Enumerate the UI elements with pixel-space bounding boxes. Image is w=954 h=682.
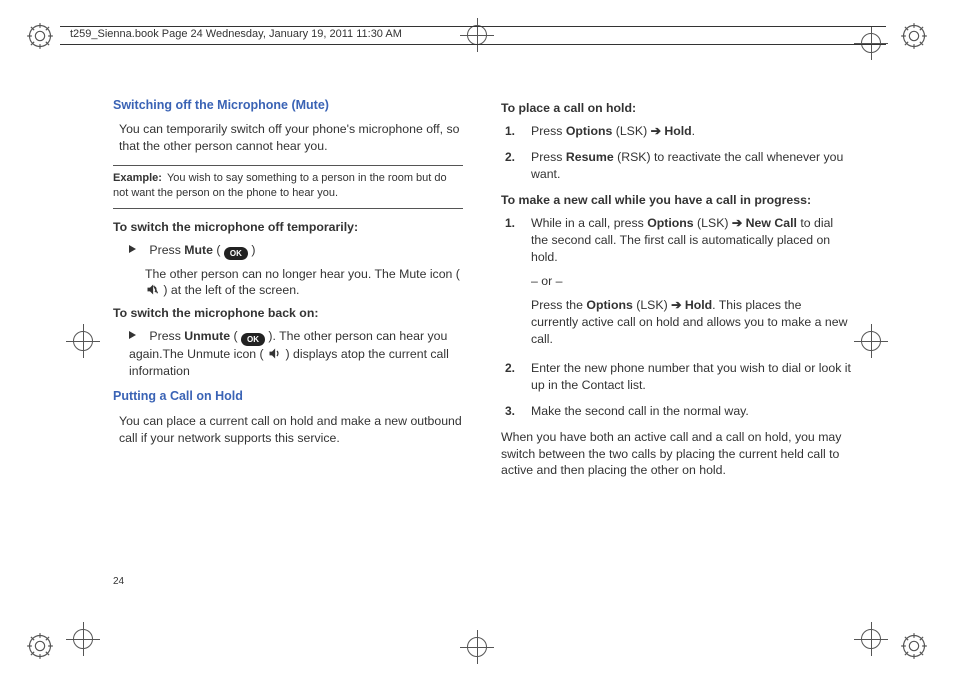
text: Press [149, 329, 184, 343]
term: Mute [184, 243, 213, 257]
heading-mute: Switching off the Microphone (Mute) [113, 97, 463, 114]
text: (LSK) [612, 124, 650, 138]
list-number: 1. [505, 123, 515, 140]
subheading: To switch the microphone off temporarily… [113, 219, 463, 236]
running-head-text: t259_Sienna.book Page 24 Wednesday, Janu… [66, 28, 406, 40]
arrow-icon: ➔ [671, 298, 681, 312]
term: Resume [566, 150, 614, 164]
list-number: 2. [505, 360, 515, 377]
registration-cross-icon [854, 622, 888, 656]
text: Press [531, 150, 566, 164]
example-box: Example: You wish to say something to a … [113, 165, 463, 208]
registration-cross-icon [66, 324, 100, 358]
mute-icon [145, 282, 160, 297]
paragraph: When you have both an active call and a … [501, 429, 851, 480]
heading-hold: Putting a Call on Hold [113, 388, 463, 405]
term: New Call [742, 216, 797, 230]
right-column: To place a call on hold: 1. Press Option… [501, 94, 851, 479]
example-text: You wish to say something to a person in… [113, 172, 447, 199]
list-number: 3. [505, 403, 515, 420]
text: (LSK) [633, 298, 671, 312]
text: ( [213, 243, 224, 257]
text: While in a call, press [531, 216, 647, 230]
registration-gear-icon [26, 22, 54, 50]
text: Enter the new phone number that you wish… [531, 361, 851, 392]
registration-gear-icon [900, 22, 928, 50]
text: . [692, 124, 695, 138]
term: Options [647, 216, 693, 230]
registration-cross-icon [66, 622, 100, 656]
ok-button-icon: OK [241, 333, 265, 346]
text: ) at the left of the screen. [163, 283, 299, 297]
registration-cross-icon [854, 324, 888, 358]
ordered-list: 1. While in a call, press Options (LSK) … [505, 215, 851, 420]
term: Hold [661, 124, 692, 138]
list-item: 2. Press Resume (RSK) to reactivate the … [505, 149, 851, 183]
ok-button-icon: OK [224, 247, 248, 260]
term: Hold [681, 298, 712, 312]
running-head: t259_Sienna.book Page 24 Wednesday, Janu… [60, 26, 886, 50]
text: Press [149, 243, 184, 257]
ordered-list: 1. Press Options (LSK) ➔ Hold. 2. Press … [505, 123, 851, 183]
page-body: Switching off the Microphone (Mute) You … [113, 94, 853, 594]
registration-gear-icon [900, 632, 928, 660]
or-divider: – or – [531, 273, 851, 290]
text: Press the [531, 298, 586, 312]
text: ( [230, 329, 241, 343]
bullet-continuation: The other person can no longer hear you.… [145, 266, 463, 300]
unmute-icon [267, 346, 282, 361]
text: The other person can no longer hear you.… [145, 267, 460, 281]
list-item: 1. While in a call, press Options (LSK) … [505, 215, 851, 348]
term: Options [566, 124, 612, 138]
page-number: 24 [113, 576, 124, 587]
list-number: 1. [505, 215, 515, 232]
bullet-item: Press Mute ( OK ) [129, 242, 463, 260]
triangle-bullet-icon [129, 245, 136, 253]
list-item: 2. Enter the new phone number that you w… [505, 360, 851, 394]
subheading: To make a new call while you have a call… [501, 192, 851, 209]
text: Press [531, 124, 566, 138]
list-item: 1. Press Options (LSK) ➔ Hold. [505, 123, 851, 140]
triangle-bullet-icon [129, 331, 136, 339]
term: Unmute [184, 329, 230, 343]
text: ) [251, 243, 255, 257]
paragraph: You can place a current call on hold and… [119, 413, 463, 447]
text: (LSK) [694, 216, 732, 230]
list-item: 3. Make the second call in the normal wa… [505, 403, 851, 420]
list-number: 2. [505, 149, 515, 166]
arrow-icon: ➔ [651, 124, 661, 138]
text: Make the second call in the normal way. [531, 404, 749, 418]
registration-cross-icon [460, 630, 494, 664]
arrow-icon: ➔ [732, 216, 742, 230]
subheading: To place a call on hold: [501, 100, 851, 117]
subheading: To switch the microphone back on: [113, 305, 463, 322]
registration-gear-icon [26, 632, 54, 660]
term: Options [586, 298, 632, 312]
example-label: Example: [113, 172, 162, 184]
paragraph: You can temporarily switch off your phon… [119, 121, 463, 155]
bullet-item: Press Unmute ( OK ). The other person ca… [129, 328, 463, 380]
left-column: Switching off the Microphone (Mute) You … [113, 94, 463, 457]
